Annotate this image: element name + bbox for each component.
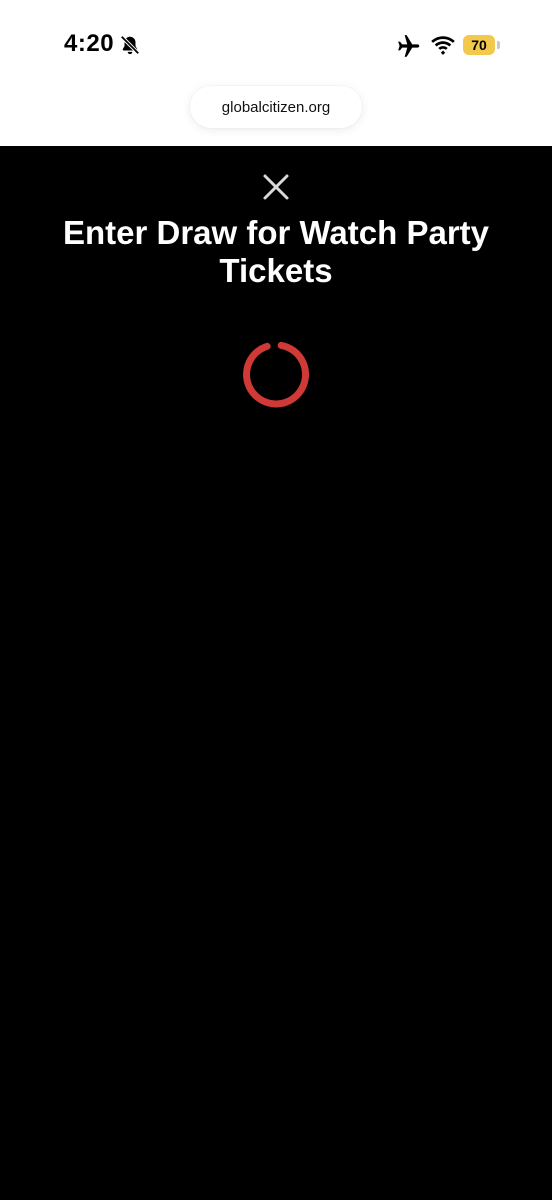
airplane-icon: [398, 35, 420, 57]
address-bar[interactable]: globalcitizen.org: [190, 86, 362, 128]
browser-top-area: 4:20 70 globalcitizen.org: [0, 0, 552, 146]
close-icon: [263, 174, 289, 200]
modal-title: Enter Draw for Watch Party Tickets: [62, 214, 490, 289]
bell-slash-icon: [120, 35, 140, 55]
status-bar: 4:20 70: [0, 0, 552, 90]
loading-spinner-icon: [243, 341, 310, 408]
battery-icon: 70: [463, 35, 500, 55]
battery-level: 70: [463, 35, 495, 55]
address-bar-url: globalcitizen.org: [221, 98, 331, 116]
status-time: 4:20: [64, 30, 115, 57]
wifi-icon: [431, 36, 455, 55]
draw-entry-modal: Enter Draw for Watch Party Tickets: [0, 146, 552, 1200]
close-button[interactable]: [258, 172, 294, 202]
phone-screen: 4:20 70 globalcitizen.org Enter Draw for…: [0, 0, 552, 1200]
battery-cap: [497, 41, 500, 49]
